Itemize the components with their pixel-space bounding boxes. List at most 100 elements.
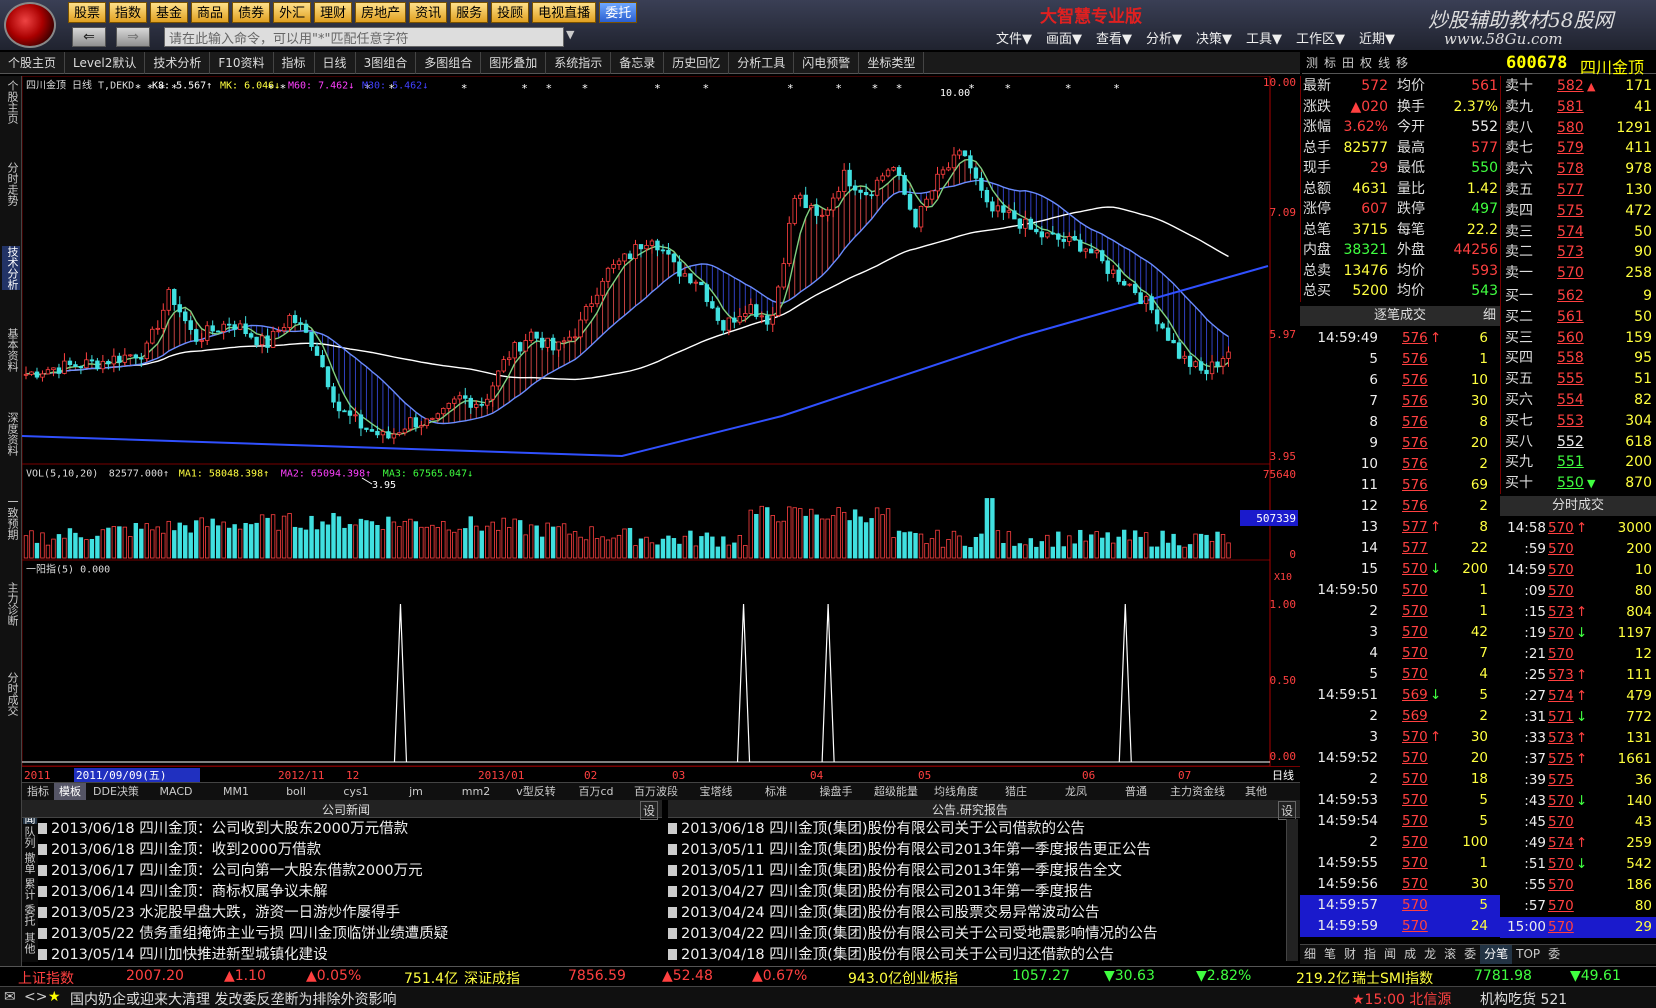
right-panel-tab[interactable]: TOP [1512, 945, 1544, 964]
menu-item[interactable]: 近期▼ [1359, 28, 1395, 47]
nav-button[interactable]: 房地产 [355, 2, 407, 23]
announcement-settings-button[interactable]: 设 [1277, 801, 1296, 820]
order-price[interactable]: 580 [1557, 118, 1584, 139]
order-price[interactable]: 551 [1557, 452, 1584, 473]
menu-item[interactable]: 分析▼ [1146, 28, 1182, 47]
right-panel-tab[interactable]: 财 [1340, 945, 1360, 964]
app-logo[interactable] [4, 2, 56, 48]
toolbar-item[interactable]: 系统指示 [546, 52, 612, 74]
news-side-tab[interactable]: 队列 [23, 826, 37, 848]
news-side-tab[interactable]: 其他 [23, 932, 37, 954]
back-button[interactable]: ⇐ [72, 27, 106, 47]
news-item[interactable]: 2013/04/18 四川金顶(集团)股份有限公司关于公司归还借款的公告 [668, 945, 1284, 966]
company-news-settings-button[interactable]: 设 [639, 801, 658, 820]
ticker-item[interactable]: 国内奶企或迎来大清理 发改委反垄断为排除外资影响 [70, 989, 396, 1008]
header-icon-button[interactable]: 移 [1396, 54, 1408, 71]
menu-item[interactable]: 查看▼ [1096, 28, 1132, 47]
news-item[interactable]: 2013/05/11 四川金顶(集团)股份有限公司2013年第一季度报告更正公告 [668, 840, 1284, 861]
nav-button[interactable]: 基金 [150, 2, 189, 23]
news-item[interactable]: 2013/05/14 四川加快推进新型城镇化建设 [38, 945, 660, 966]
right-panel-tab[interactable]: 委 [1544, 945, 1564, 964]
left-tab[interactable]: 技术分析 [2, 246, 20, 290]
toolbar-item[interactable]: 多图组合 [416, 52, 482, 74]
left-tab[interactable]: 个股主页 [2, 80, 20, 124]
news-item[interactable]: 2013/06/14 四川金顶：商标权属争议未解 [38, 882, 660, 903]
order-price[interactable]: 574 [1557, 222, 1584, 243]
toolbar-item[interactable]: 坐标类型 [859, 52, 925, 74]
header-icon-button[interactable]: 测 [1306, 54, 1318, 71]
period-label[interactable]: 日线 [1272, 768, 1294, 782]
indicator-tab[interactable]: boll [266, 783, 326, 800]
mail-icon[interactable]: ✉ [4, 989, 16, 1005]
left-tab[interactable]: 主力诊断 [2, 582, 20, 626]
right-panel-tab[interactable]: 委 [1460, 945, 1480, 964]
news-item[interactable]: 2013/06/18 四川金顶(集团)股份有限公司关于公司借款的公告 [668, 819, 1284, 840]
indicator-tab[interactable]: 操盘手 [806, 783, 866, 800]
order-price[interactable]: 570 [1557, 263, 1584, 284]
indicator-tab[interactable]: cys1 [326, 783, 386, 800]
order-price[interactable]: 579 [1557, 138, 1584, 159]
indicator-tab[interactable]: 百万cd [566, 783, 626, 800]
order-price[interactable]: 577 [1557, 180, 1584, 201]
news-item[interactable]: 2013/06/18 四川金顶：公司收到大股东2000万元借款 [38, 819, 660, 840]
left-tab[interactable]: 分时成交 [2, 672, 20, 716]
order-price[interactable]: 573 [1557, 242, 1584, 263]
nav-button[interactable]: 债券 [232, 2, 271, 23]
stock-code[interactable]: 600678 [1506, 53, 1567, 73]
news-side-tab[interactable]: 累计 [23, 878, 37, 900]
news-item[interactable]: 2013/04/22 四川金顶(集团)股份有限公司关于公司受地震影响情况的公告 [668, 924, 1284, 945]
nav-button[interactable]: 指数 [109, 2, 148, 23]
order-price[interactable]: 550 [1557, 473, 1584, 494]
order-price[interactable]: 560 [1557, 328, 1584, 349]
indicator-tab[interactable]: MM1 [206, 783, 266, 800]
right-panel-tab[interactable]: 笔 [1320, 945, 1340, 964]
news-item[interactable]: 2013/04/24 四川金顶(集团)股份有限公司股票交易异常波动公告 [668, 903, 1284, 924]
right-panel-tab[interactable]: 细 [1300, 945, 1320, 964]
order-price[interactable]: 558 [1557, 348, 1584, 369]
news-item[interactable]: 2013/06/18 四川金顶：收到2000万借款 [38, 840, 660, 861]
indicator-tab[interactable]: MACD [146, 783, 206, 800]
right-panel-tab[interactable]: 成 [1400, 945, 1420, 964]
order-price[interactable]: 554 [1557, 390, 1584, 411]
toolbar-item[interactable]: 技术分析 [145, 52, 211, 74]
toolbar-item[interactable]: 闪电预警 [794, 52, 860, 74]
right-panel-tab[interactable]: 指 [1360, 945, 1380, 964]
indicator-tab[interactable]: 宝塔线 [686, 783, 746, 800]
announcement-scrollbar[interactable] [1286, 819, 1298, 961]
toolbar-item[interactable]: 日线 [315, 52, 356, 74]
left-tab[interactable]: 一致预期 [2, 496, 20, 540]
order-price[interactable]: 555 [1557, 369, 1584, 390]
order-price[interactable]: 581 [1557, 97, 1584, 118]
menu-item[interactable]: 文件▼ [996, 28, 1032, 47]
order-price[interactable]: 553 [1557, 411, 1584, 432]
header-icon-button[interactable]: 线 [1378, 54, 1390, 71]
indicator-tab[interactable]: 标准 [746, 783, 806, 800]
news-item[interactable]: 2013/05/11 四川金顶(集团)股份有限公司2013年第一季度报告全文 [668, 861, 1284, 882]
nav-button[interactable]: 理财 [314, 2, 353, 23]
toolbar-item[interactable]: Level2默认 [65, 52, 146, 74]
order-price[interactable]: 578 [1557, 159, 1584, 180]
left-tab[interactable]: 基本资料 [2, 328, 20, 372]
indicator-tab[interactable]: mm2 [446, 783, 506, 800]
news-item[interactable]: 2013/06/17 四川金顶：公司向第一大股东借款2000万元 [38, 861, 660, 882]
toolbar-item[interactable]: 个股主页 [0, 52, 66, 74]
order-price[interactable]: 582 [1557, 76, 1584, 97]
scroll-arrows-icon[interactable]: <> [24, 989, 47, 1005]
indicator-tab[interactable]: 其他 [1226, 783, 1286, 800]
header-icon-button[interactable]: 标 [1324, 54, 1336, 71]
indicator-tab[interactable]: 百万波段 [626, 783, 686, 800]
nav-button[interactable]: 委托 [599, 2, 638, 23]
nav-button[interactable]: 服务 [450, 2, 489, 23]
indicator-tab[interactable]: 普通 [1106, 783, 1166, 800]
indicator-tab[interactable]: 均线角度 [926, 783, 986, 800]
news-item[interactable]: 2013/05/22 债务重组掩饰主业亏损 四川金顶临饼业绩遭质疑 [38, 924, 660, 945]
menu-item[interactable]: 工作区▼ [1296, 28, 1345, 47]
tick-detail-button[interactable]: 细 [1483, 306, 1496, 326]
nav-button[interactable]: 投顾 [491, 2, 530, 23]
kline-chart[interactable]: * * * * * * * * * * * * * * * * * * * * * *四川金顶 日线 T,DEKD K8: … [21, 75, 1300, 767]
indicator-tab[interactable]: v型反转 [506, 783, 566, 800]
nav-button[interactable]: 资讯 [409, 2, 448, 23]
menu-item[interactable]: 画面▼ [1046, 28, 1082, 47]
forward-button[interactable]: ⇒ [116, 27, 150, 47]
nav-button[interactable]: 股票 [68, 2, 107, 23]
